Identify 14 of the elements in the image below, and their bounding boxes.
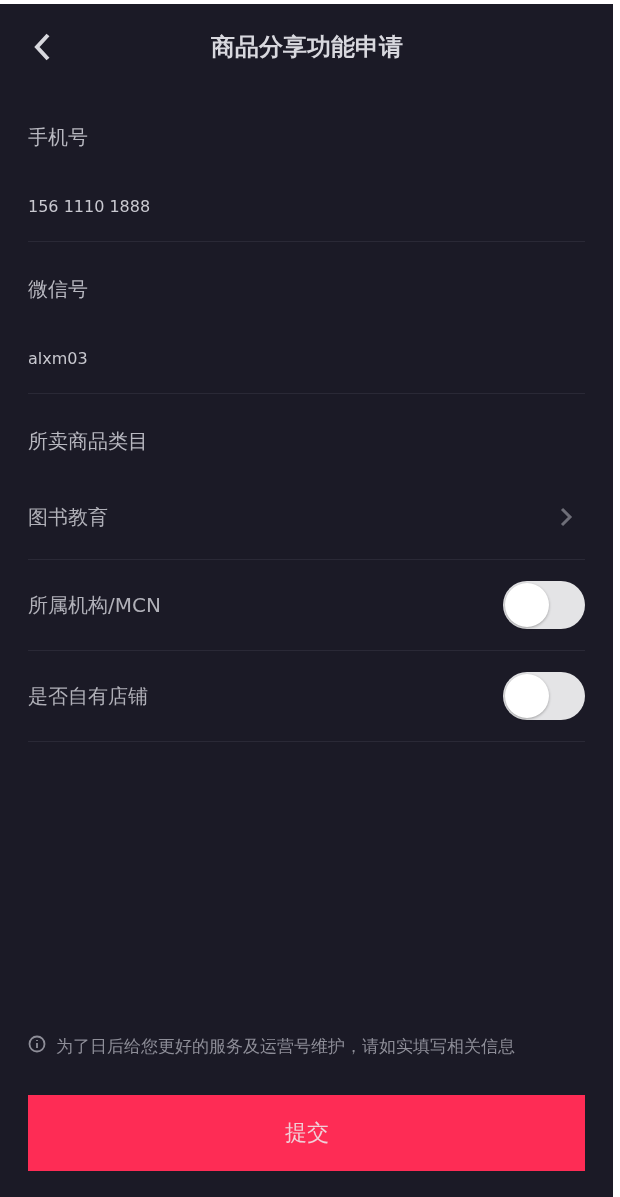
toggle-label: 是否自有店铺	[28, 682, 148, 710]
notice-text: 为了日后给您更好的服务及运营号维护，请如实填写相关信息	[56, 1035, 516, 1058]
field-label: 微信号	[28, 276, 89, 303]
page-title: 商品分享功能申请	[210, 32, 403, 63]
category-value[interactable]: 图书教育	[28, 503, 108, 531]
input-field[interactable]: 156 1110 1888	[28, 171, 585, 242]
toggle-switch[interactable]	[503, 672, 585, 720]
info-icon	[28, 1035, 46, 1053]
field-label: 所卖商品类目	[28, 428, 149, 455]
toggle-switch[interactable]	[503, 581, 585, 629]
field-label: 手机号	[28, 124, 89, 151]
toggle-label: 所属机构/MCN	[28, 591, 161, 619]
input-field[interactable]: alxm03	[28, 323, 585, 394]
chevron-icon[interactable]	[559, 506, 573, 528]
